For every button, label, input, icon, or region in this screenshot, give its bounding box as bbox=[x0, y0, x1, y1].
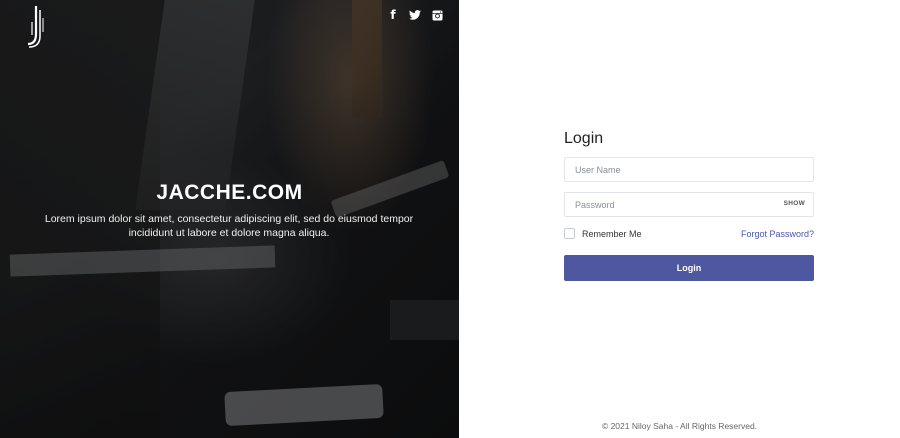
facebook-icon[interactable]: f bbox=[386, 8, 400, 22]
show-password-button[interactable]: SHOW bbox=[784, 200, 805, 207]
password-input[interactable] bbox=[565, 193, 785, 217]
instagram-icon[interactable] bbox=[430, 8, 444, 22]
twitter-icon[interactable] bbox=[408, 8, 422, 22]
remember-me[interactable]: Remember Me bbox=[564, 228, 642, 239]
remember-me-label: Remember Me bbox=[582, 228, 642, 239]
footer-copyright: © 2021 Niloy Saha - All Rights Reserved. bbox=[601, 421, 758, 431]
hero-panel: f JACCHE.COM Lorem ipsum dolor sit amet,… bbox=[0, 0, 459, 438]
login-title: Login bbox=[564, 130, 604, 147]
password-field-wrapper: SHOW bbox=[564, 192, 814, 217]
remember-me-checkbox[interactable] bbox=[564, 228, 575, 239]
forgot-password-link[interactable]: Forgot Password? bbox=[741, 229, 814, 239]
hero-title: JACCHE.COM bbox=[156, 181, 303, 204]
login-panel: Login SHOW Remember Me Forgot Password? … bbox=[459, 0, 900, 438]
hero-subtitle: Lorem ipsum dolor sit amet, consectetur … bbox=[44, 213, 414, 239]
login-page: f JACCHE.COM Lorem ipsum dolor sit amet,… bbox=[0, 0, 900, 438]
username-input[interactable] bbox=[565, 158, 785, 182]
login-button[interactable]: Login bbox=[564, 255, 814, 281]
username-field-wrapper bbox=[564, 157, 814, 182]
logo-icon[interactable] bbox=[22, 4, 48, 48]
